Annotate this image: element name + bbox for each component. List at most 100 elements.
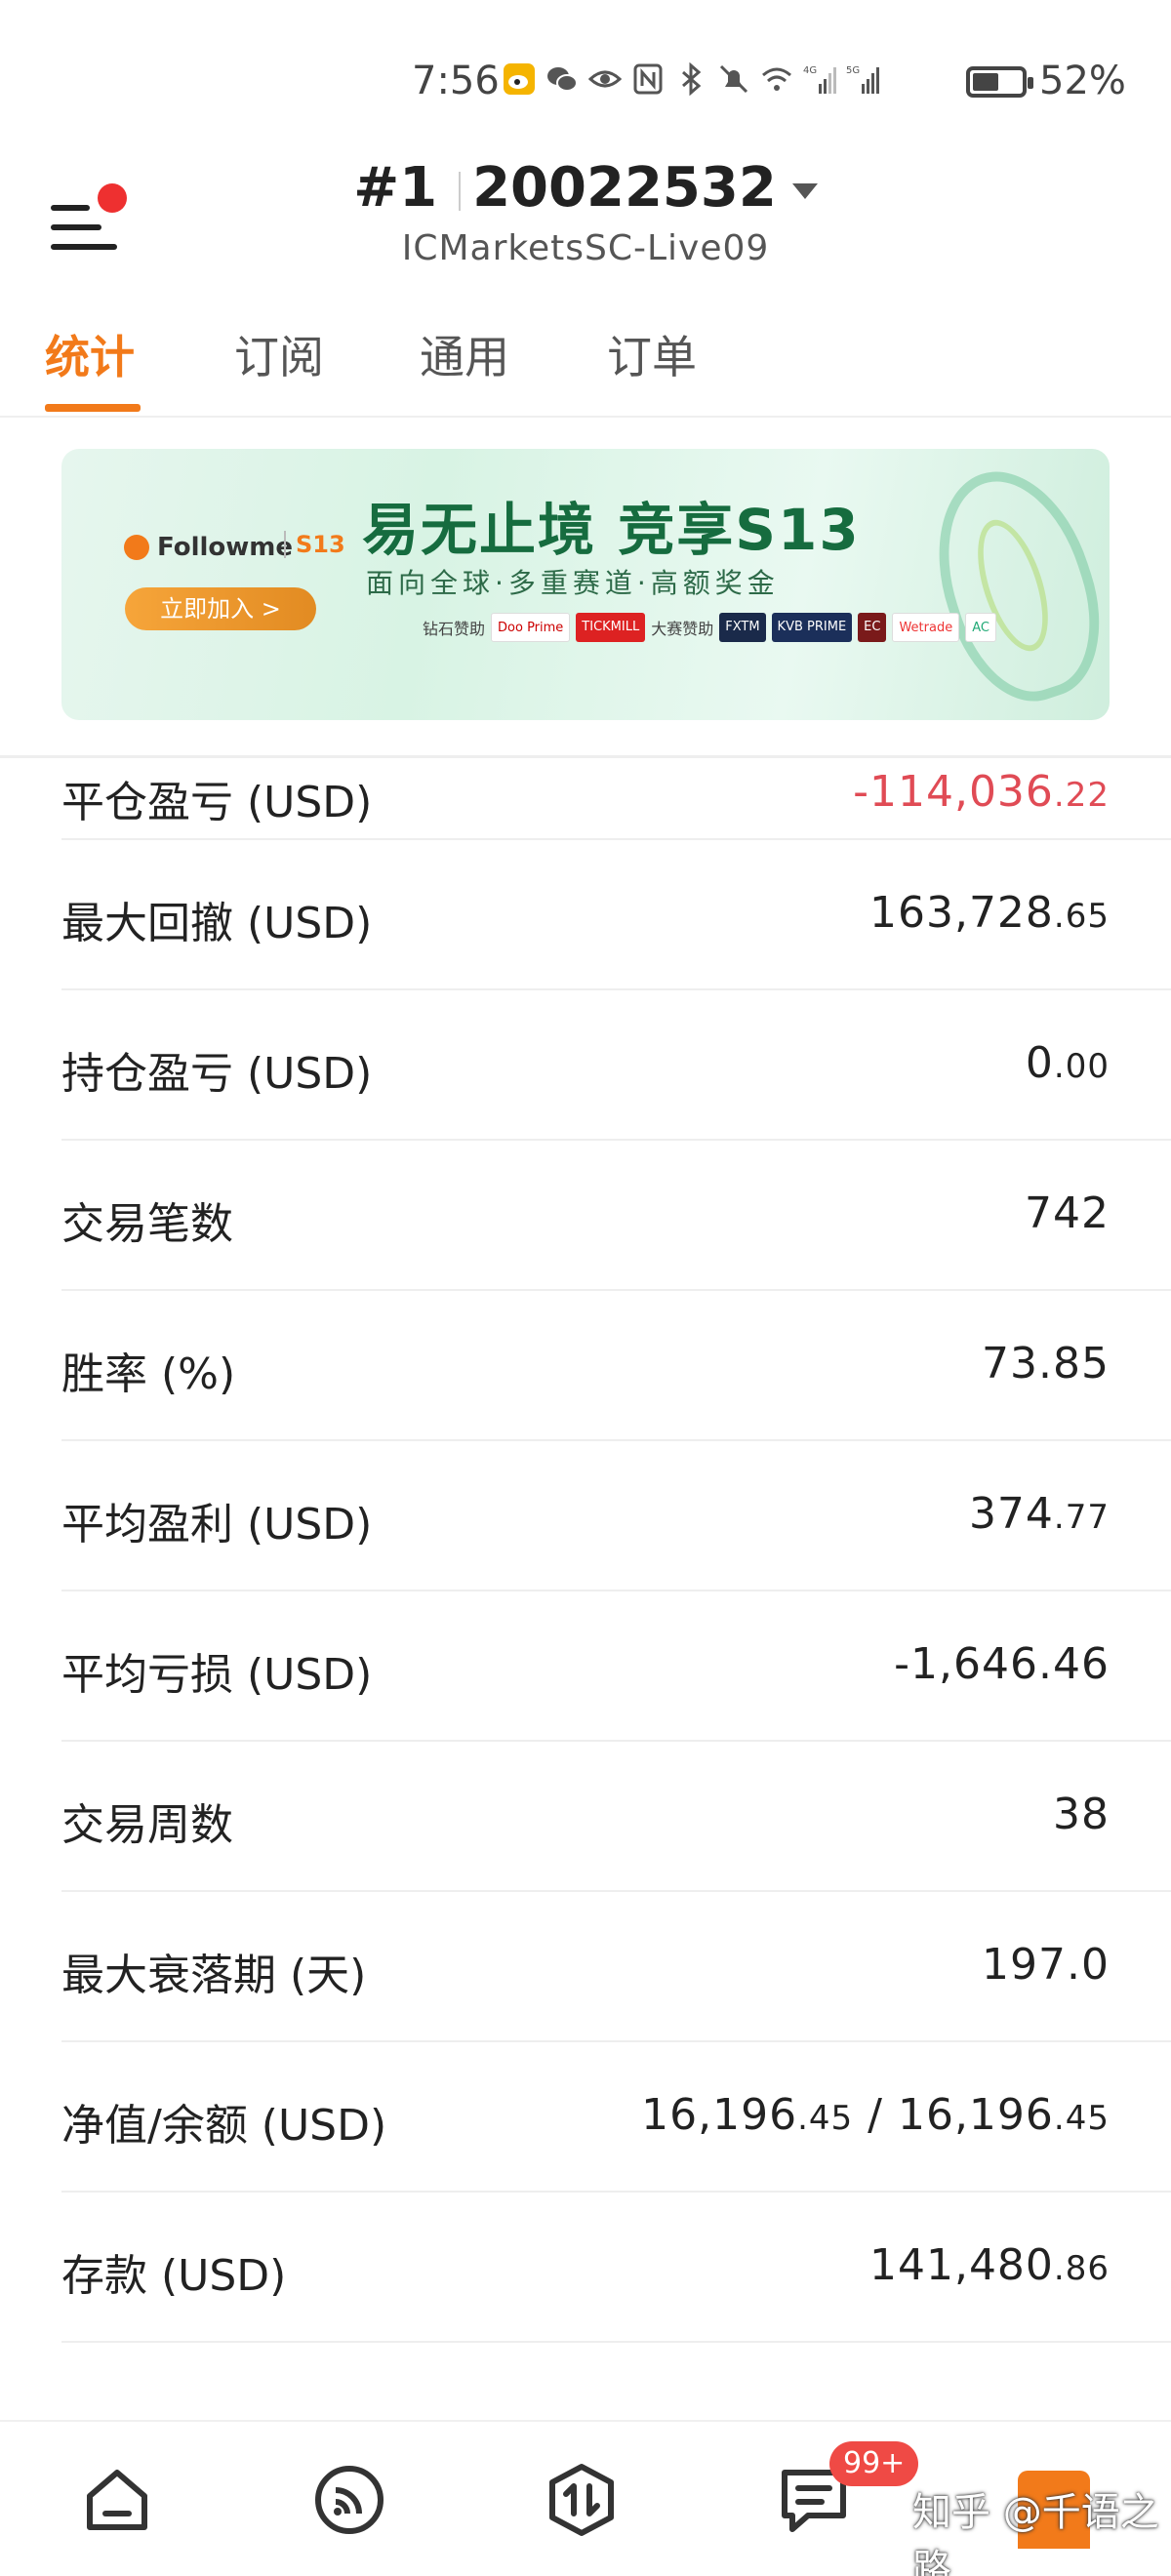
- stat-value-integer: 197.0: [982, 1940, 1110, 1990]
- sponsor-logo: Doo Prime: [491, 613, 571, 642]
- home-icon[interactable]: [78, 2461, 156, 2539]
- feed-icon[interactable]: [310, 2461, 388, 2539]
- followme-logo: Followme: [124, 533, 293, 562]
- banner-title: 易无止境 竞享S13: [362, 497, 861, 563]
- stat-label: 存款 (USD): [61, 2251, 287, 2301]
- bottom-nav: 99+ 知乎 @千语之路: [0, 2420, 1171, 2576]
- stat-label: 交易周数: [61, 1800, 233, 1850]
- stat-value-decimal: .00: [1053, 1047, 1110, 1086]
- join-button[interactable]: 立即加入 >: [125, 587, 316, 630]
- stat-value-integer: -114,036: [853, 767, 1054, 817]
- followme-icon: [124, 535, 149, 560]
- signal-4g-icon: 4G: [803, 65, 836, 94]
- stat-value-integer: 73.85: [982, 1339, 1110, 1389]
- sponsor-logo: Wetrade: [892, 613, 960, 642]
- stat-label: 平仓盈亏 (USD): [61, 778, 373, 827]
- status-icons: 4G 5G: [503, 62, 879, 96]
- messages-badge: 99+: [829, 2441, 919, 2486]
- stat-value-integer: / 16,196: [853, 2090, 1054, 2140]
- stat-value-integer: 163,728: [868, 888, 1054, 938]
- stat-row: 交易周数 38: [61, 1741, 1171, 1892]
- stat-label: 净值/余额 (USD): [61, 2101, 387, 2151]
- sponsor-row: 钻石赞助 Doo Prime TICKMILL 大赛赞助 FXTM KVB PR…: [423, 613, 996, 642]
- diamond-sponsor-label: 钻石赞助: [423, 620, 486, 638]
- trade-icon[interactable]: [543, 2461, 621, 2539]
- banner-subtitle: 面向全球·多重赛道·高额奖金: [366, 567, 780, 599]
- watermark: 知乎 @千语之路: [912, 2490, 1159, 2576]
- bluetooth-icon: [682, 62, 702, 96]
- account-rank: #1: [353, 156, 438, 220]
- eye-icon: [588, 70, 622, 88]
- stat-value: 0.00: [1026, 1038, 1110, 1088]
- stat-value: 141,480.86: [869, 2240, 1110, 2290]
- account-selector[interactable]: #1 20022532: [0, 156, 1171, 220]
- sponsor-logo: KVB PRIME: [771, 613, 853, 642]
- stat-value-integer: 38: [1053, 1790, 1110, 1839]
- status-time: 7:56: [412, 59, 500, 103]
- stat-label: 平均亏损 (USD): [61, 1650, 373, 1700]
- nfc-icon: [633, 63, 663, 95]
- stat-value-decimal: .65: [1053, 897, 1110, 936]
- event-sponsor-label: 大赛赞助: [651, 620, 714, 638]
- tab-indicator: [45, 404, 141, 412]
- stat-value-decimal: .77: [1053, 1498, 1110, 1537]
- stat-value: -114,036.22: [853, 767, 1110, 817]
- status-bar: 7:56 4G 5G 52%: [0, 0, 1171, 146]
- stat-value-integer: 742: [1025, 1188, 1110, 1238]
- promo-banner[interactable]: Followme S13 立即加入 > 易无止境 竞享S13 面向全球·多重赛道…: [61, 449, 1110, 720]
- stat-value: 16,196.45 / 16,196.45: [641, 2090, 1110, 2140]
- stat-value-decimal: .45: [797, 2099, 854, 2138]
- account-id: 20022532: [472, 156, 777, 220]
- stat-value: 38: [1053, 1790, 1110, 1839]
- svg-text:5G: 5G: [846, 65, 860, 76]
- mute-bell-icon: [719, 64, 748, 94]
- weibo-icon: [504, 63, 535, 95]
- tab-general[interactable]: 通用: [420, 322, 509, 386]
- stat-row: 交易笔数 742: [61, 1140, 1171, 1291]
- stat-value-decimal: .22: [1053, 776, 1110, 815]
- wechat-icon: [547, 67, 578, 92]
- server-name: ICMarketsSC-Live09: [401, 228, 770, 268]
- sponsor-logo: EC: [858, 613, 887, 642]
- stat-row: 持仓盈亏 (USD) 0.00: [61, 989, 1171, 1141]
- stat-label: 胜率 (%): [61, 1349, 236, 1399]
- svg-text:4G: 4G: [803, 65, 817, 76]
- season-tag: S13: [284, 531, 345, 558]
- stat-value: 197.0: [982, 1940, 1110, 1990]
- stat-row: 胜率 (%) 73.85: [61, 1290, 1171, 1441]
- stat-value-integer: 0: [1025, 1038, 1054, 1088]
- separator: [459, 171, 462, 211]
- tab-subscribe[interactable]: 订阅: [234, 322, 324, 386]
- stat-row: 平均盈利 (USD) 374.77: [61, 1440, 1171, 1591]
- battery-icon: [966, 66, 1033, 98]
- tab-bar: 统计 订阅 通用 订单: [0, 293, 1171, 418]
- stat-row: 平仓盈亏 (USD) -114,036.22: [61, 689, 1171, 840]
- battery-level: [973, 73, 998, 91]
- sponsor-logo: FXTM: [719, 613, 766, 642]
- wifi-icon: [762, 67, 791, 91]
- stat-value: 374.77: [969, 1489, 1110, 1539]
- tab-statistics[interactable]: 统计: [45, 322, 135, 386]
- stat-row: 最大衰落期 (天) 197.0: [61, 1891, 1171, 2042]
- sponsor-logo: AC: [965, 613, 996, 642]
- tab-orders[interactable]: 订单: [607, 322, 697, 386]
- stat-row: 平均亏损 (USD) -1,646.46: [61, 1590, 1171, 1742]
- caret-down-icon: [791, 182, 818, 199]
- stat-value: 163,728.65: [869, 888, 1110, 938]
- stat-row: 存款 (USD) 141,480.86: [61, 2192, 1171, 2343]
- brand-name: Followme: [157, 533, 294, 562]
- stat-label: 最大衰落期 (天): [61, 1951, 367, 2000]
- stat-value-integer: 141,480: [868, 2240, 1054, 2290]
- stat-label: 持仓盈亏 (USD): [61, 1049, 373, 1099]
- stat-label: 平均盈利 (USD): [61, 1500, 373, 1550]
- stat-value: 73.85: [982, 1339, 1110, 1389]
- stat-value: 742: [1025, 1188, 1110, 1238]
- stat-value-decimal: .86: [1053, 2249, 1110, 2288]
- stat-value-integer: 16,196: [641, 2090, 798, 2140]
- stat-row: 净值/余额 (USD) 16,196.45 / 16,196.45: [61, 2041, 1171, 2193]
- signal-5g-icon: 5G: [846, 65, 879, 94]
- stat-label: 最大回撤 (USD): [61, 899, 373, 948]
- sponsor-logo: TICKMILL: [576, 613, 646, 642]
- stat-value: -1,646.46: [894, 1639, 1110, 1689]
- battery-percent: 52%: [1039, 59, 1126, 103]
